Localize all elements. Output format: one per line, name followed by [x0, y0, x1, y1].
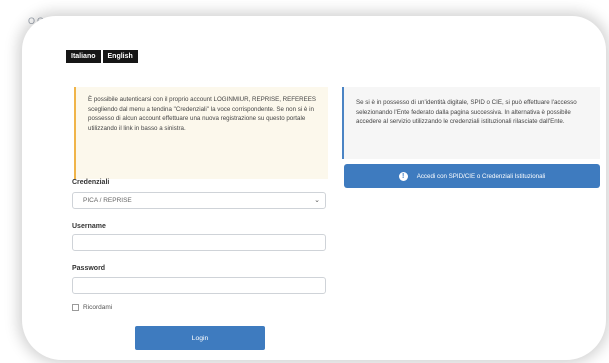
account-info-text: È possibile autenticarsi con il proprio …	[88, 96, 316, 132]
spid-info-alert: Se si è in possesso di un'identità digit…	[342, 87, 600, 159]
login-card: Italiano English È possibile autenticars…	[22, 16, 606, 360]
remember-label: Ricordami	[83, 304, 113, 311]
username-label: Username	[72, 223, 106, 230]
spid-login-label: Accedi con SPID/CIE o Credenziali Istitu…	[416, 172, 546, 180]
language-english-button[interactable]: English	[102, 50, 138, 63]
remember-checkbox[interactable]	[72, 304, 79, 311]
login-button-label: Login	[191, 334, 209, 342]
remember-me: Ricordami	[72, 304, 112, 311]
account-info-alert: È possibile autenticarsi con il proprio …	[74, 87, 328, 179]
spid-info-text: Se si è in possesso di un'identità digit…	[356, 99, 577, 126]
spid-login-button[interactable]: ! Accedi con SPID/CIE o Credenziali Isti…	[344, 164, 600, 188]
language-italiano-button[interactable]: Italiano	[66, 50, 101, 63]
language-switcher: Italiano English	[66, 50, 138, 63]
credentials-selected-value: PICA / REPRISE	[83, 197, 132, 204]
credentials-label: Credenziali	[72, 179, 110, 186]
chevron-down-icon: ⌄	[314, 197, 320, 204]
username-field[interactable]	[72, 234, 326, 251]
login-button[interactable]: Login	[135, 326, 265, 350]
password-field[interactable]	[72, 277, 326, 294]
credentials-select[interactable]: PICA / REPRISE ⌄	[72, 192, 326, 209]
password-label: Password	[72, 265, 106, 272]
info-icon: !	[398, 171, 408, 181]
